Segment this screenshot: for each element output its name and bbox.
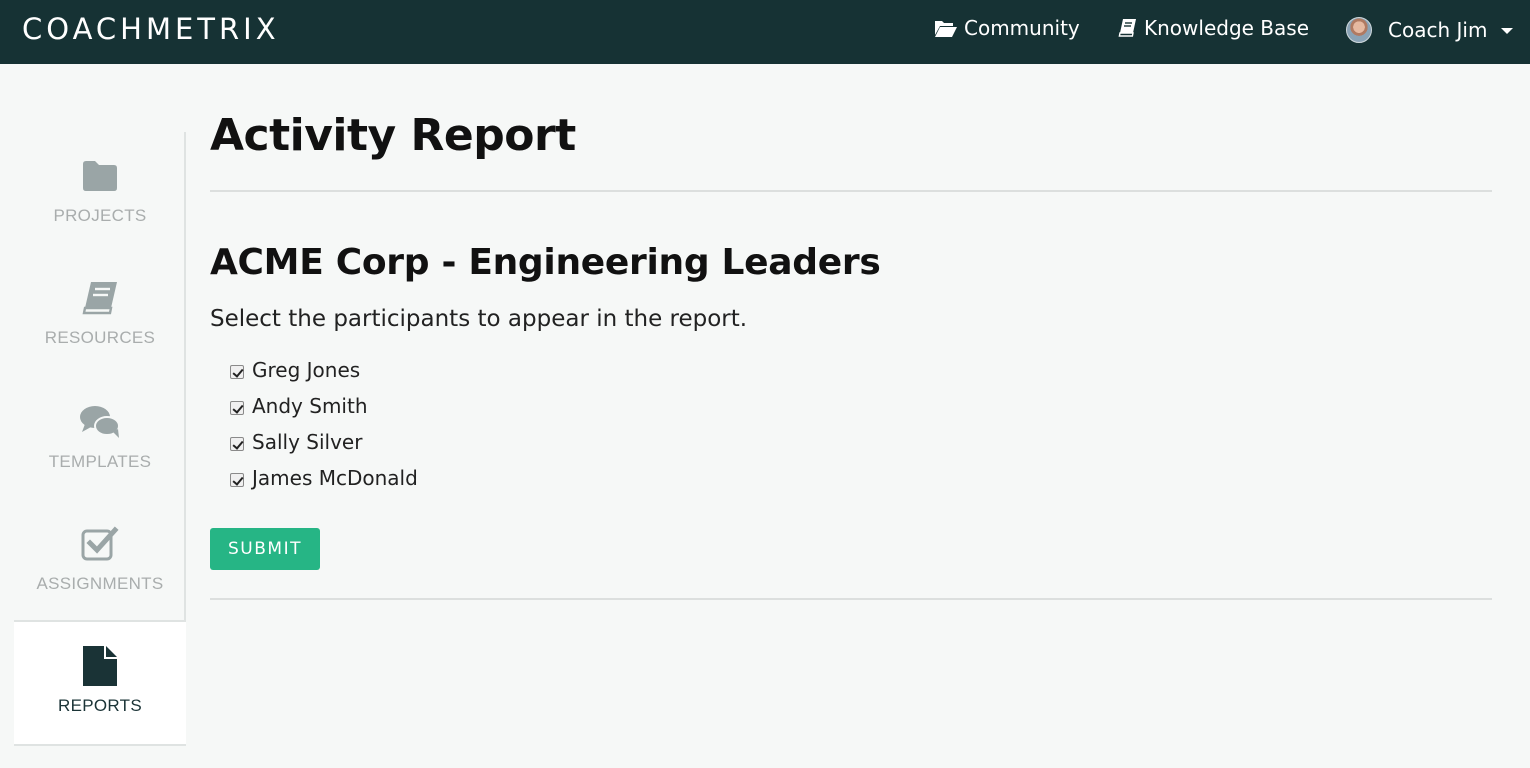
book-icon: [81, 278, 119, 318]
document-icon: [82, 646, 118, 686]
user-menu[interactable]: Coach Jim: [1346, 16, 1514, 44]
knowledge-base-label: Knowledge Base: [1144, 16, 1309, 40]
list-item[interactable]: Sally Silver: [230, 424, 418, 460]
participant-name: Sally Silver: [252, 430, 363, 454]
community-link[interactable]: Community: [934, 14, 1080, 42]
page-title: Activity Report: [210, 110, 576, 161]
list-item[interactable]: Greg Jones: [230, 352, 418, 388]
sidebar-item-resources[interactable]: RESOURCES: [14, 254, 186, 376]
sidebar: PROJECTS RESOURCES TEMPLATES ASSIGNMENTS…: [14, 132, 186, 746]
book-icon: [1118, 18, 1138, 38]
instructions-text: Select the participants to appear in the…: [210, 306, 748, 332]
submit-button[interactable]: SUBMIT: [210, 528, 320, 570]
user-name: Coach Jim: [1388, 18, 1488, 42]
list-item[interactable]: James McDonald: [230, 460, 418, 496]
sidebar-item-label: PROJECTS: [53, 206, 147, 225]
brand-logo[interactable]: COACHMETRIX: [22, 12, 280, 46]
checkbox-icon: [80, 524, 120, 564]
comments-icon: [79, 402, 121, 442]
chevron-down-icon: [1501, 28, 1514, 34]
top-navbar: COACHMETRIX Community Knowledge Base Coa…: [0, 0, 1530, 64]
community-label: Community: [964, 16, 1080, 40]
section-title: ACME Corp - Engineering Leaders: [210, 242, 881, 283]
divider: [210, 190, 1492, 192]
sidebar-item-assignments[interactable]: ASSIGNMENTS: [14, 500, 186, 622]
sidebar-item-projects[interactable]: PROJECTS: [14, 132, 186, 254]
sidebar-item-templates[interactable]: TEMPLATES: [14, 378, 186, 500]
sidebar-item-label: TEMPLATES: [48, 452, 152, 471]
participant-checkbox[interactable]: [230, 436, 244, 451]
sidebar-item-reports[interactable]: REPORTS: [14, 620, 186, 746]
knowledge-base-link[interactable]: Knowledge Base: [1118, 14, 1309, 42]
folder-icon: [81, 156, 119, 196]
participant-name: James McDonald: [252, 466, 418, 490]
participant-list: Greg Jones Andy Smith Sally Silver James…: [230, 352, 418, 496]
participant-checkbox[interactable]: [230, 400, 244, 415]
sidebar-item-label: REPORTS: [58, 696, 142, 715]
list-item[interactable]: Andy Smith: [230, 388, 418, 424]
sidebar-item-label: ASSIGNMENTS: [36, 574, 164, 593]
divider: [210, 598, 1492, 600]
sidebar-item-label: RESOURCES: [44, 328, 156, 347]
participant-name: Andy Smith: [252, 394, 368, 418]
participant-name: Greg Jones: [252, 358, 361, 382]
avatar: [1346, 17, 1372, 43]
folder-open-icon: [934, 18, 958, 38]
participant-checkbox[interactable]: [230, 472, 244, 487]
participant-checkbox[interactable]: [230, 364, 244, 379]
